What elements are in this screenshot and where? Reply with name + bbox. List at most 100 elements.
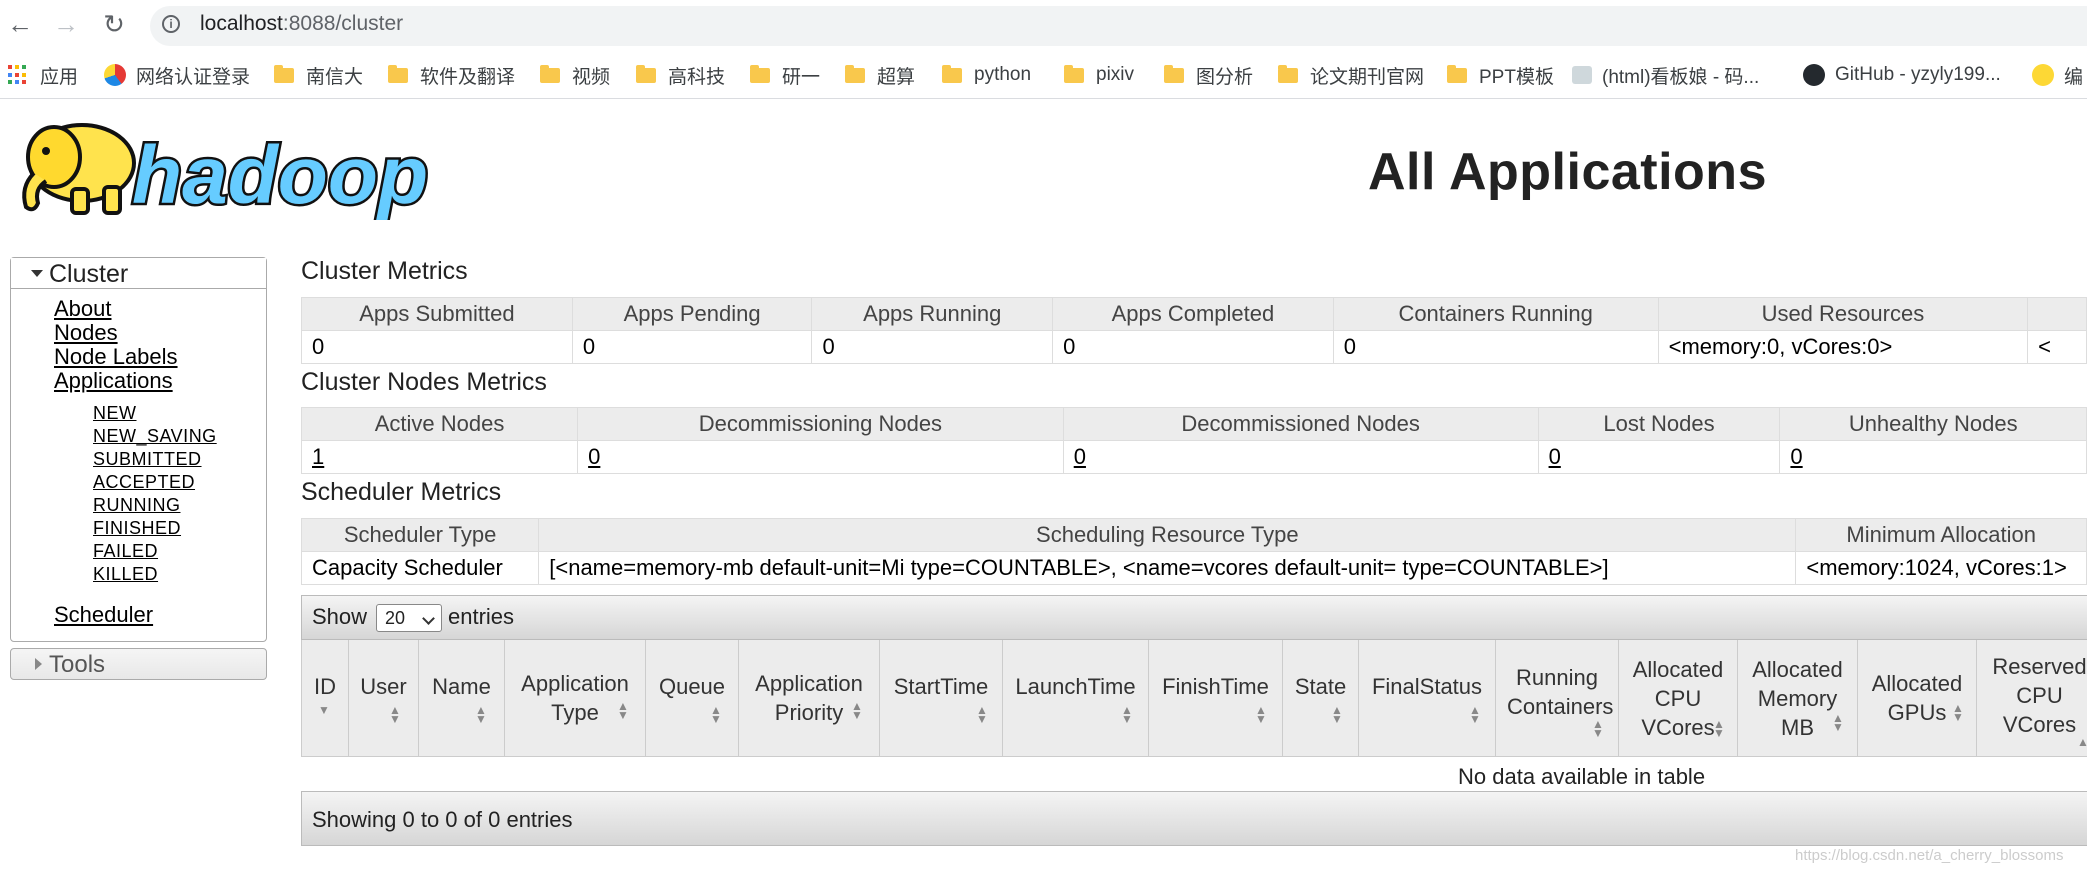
sidebar-link-new-saving[interactable]: NEW_SAVING (93, 426, 217, 447)
folder-icon (750, 64, 770, 83)
cluster-metrics-table: Apps Submitted Apps Pending Apps Running… (301, 297, 2087, 364)
sort-desc-icon: ▼ (318, 703, 330, 717)
bookmark-folder[interactable]: 论文期刊官网 (1278, 62, 1424, 88)
folder-icon (942, 64, 962, 83)
hadoop-logo: hadoop (22, 123, 431, 220)
decommissioning-nodes-link[interactable]: 0 (577, 440, 1064, 474)
folder-icon (1447, 64, 1467, 83)
sidebar-link-killed[interactable]: KILLED (93, 564, 158, 585)
folder-icon (845, 64, 865, 83)
metric-value: < (2027, 330, 2087, 364)
sidebar-link-scheduler[interactable]: Scheduler (54, 602, 153, 628)
table-header-row: Apps Submitted Apps Pending Apps Running… (301, 297, 2087, 331)
column-header: Decommissioned Nodes (1062, 407, 1539, 441)
lost-nodes-link[interactable]: 0 (1537, 440, 1781, 474)
sort-icon: ▲ ▼ (1592, 717, 1604, 740)
sidebar-link-node-labels[interactable]: Node Labels (54, 344, 178, 370)
sidebar-link-submitted[interactable]: SUBMITTED (93, 449, 202, 470)
hadoop-wordmark: hadoop (132, 130, 428, 220)
folder-icon (1278, 64, 1298, 83)
column-header-name[interactable]: Name ▲ ▼ (419, 640, 505, 756)
tools-accordion-header[interactable]: Tools (10, 648, 267, 680)
bookmark-folder[interactable]: python (942, 62, 1031, 88)
metric-value: [<name=memory-mb default-unit=Mi type=CO… (538, 551, 1797, 585)
page-size-select[interactable]: 20 (376, 604, 442, 632)
sort-icon: ▲ (2077, 735, 2087, 749)
cluster-nodes-metrics-title: Cluster Nodes Metrics (301, 368, 547, 396)
sidebar-link-applications[interactable]: Applications (54, 368, 173, 394)
bookmark-folder[interactable]: 软件及翻译 (388, 62, 515, 88)
column-header: Scheduling Resource Type (538, 518, 1797, 552)
column-header-allocated-cpu-vcores[interactable]: Allocated CPU VCores ▲ ▼ (1619, 640, 1738, 756)
bookmark-folder[interactable]: 超算 (845, 62, 915, 88)
column-header-finishtime[interactable]: FinishTime ▲ ▼ (1149, 640, 1283, 756)
sort-icon: ▲ ▼ (1255, 703, 1267, 726)
active-nodes-link[interactable]: 1 (300, 440, 579, 474)
site-icon (2032, 64, 2054, 86)
sort-icon: ▲ ▼ (1331, 703, 1343, 726)
decommissioned-nodes-link[interactable]: 0 (1062, 440, 1539, 474)
empty-table-message: No data available in table (1458, 764, 1706, 789)
sidebar-cluster: Cluster About Nodes Node Labels Applicat… (10, 257, 267, 642)
metric-value: 0 (1332, 330, 1659, 364)
table-row: Capacity Scheduler [<name=memory-mb defa… (300, 551, 2087, 585)
column-header-id[interactable]: ID ▼ (302, 640, 349, 756)
sidebar-link-accepted[interactable]: ACCEPTED (93, 472, 195, 493)
sidebar-link-failed[interactable]: FAILED (93, 541, 158, 562)
column-header: Minimum Allocation (1795, 518, 2087, 552)
bookmark-folder[interactable]: 南信大 (274, 62, 363, 88)
bookmark-folder[interactable]: 研一 (750, 62, 820, 88)
bookmark-item[interactable]: 网络认证登录 (104, 62, 250, 88)
sidebar-link-finished[interactable]: FINISHED (93, 518, 181, 539)
unhealthy-nodes-link[interactable]: 0 (1779, 440, 2087, 474)
bookmark-item[interactable]: (html)看板娘 - 码... (1572, 62, 1759, 88)
column-header-state[interactable]: State ▲ ▼ (1283, 640, 1359, 756)
forward-icon[interactable]: → (52, 9, 80, 39)
folder-icon (1064, 64, 1084, 83)
column-header: Apps Running (811, 297, 1054, 331)
column-header-running-containers[interactable]: Running Containers ▲ ▼ (1496, 640, 1619, 756)
column-header-user[interactable]: User ▲ ▼ (349, 640, 419, 756)
sidebar-link-nodes[interactable]: Nodes (54, 320, 118, 346)
triangle-down-icon (31, 270, 43, 277)
bookmark-folder[interactable]: 视频 (540, 62, 610, 88)
applications-table-header: ID ▼ User ▲ ▼ Name ▲ ▼ Application Type ▲ ▼ Que… (301, 640, 2087, 757)
triangle-right-icon (35, 658, 42, 670)
scheduler-metrics-table: Scheduler Type Scheduling Resource Type … (300, 518, 2087, 585)
column-header-reserved-cpu-vcores[interactable]: Reserved CPU VCores ▲ (1977, 640, 2087, 756)
table-length-bar: Show 20 entries (301, 595, 2087, 640)
sort-icon: ▲ ▼ (1713, 717, 1725, 740)
column-header-allocated-gpus[interactable]: Allocated GPUs ▲ ▼ (1858, 640, 1977, 756)
sidebar-link-running[interactable]: RUNNING (93, 495, 181, 516)
bookmark-item[interactable]: 编 (2032, 62, 2083, 88)
site-info-icon[interactable]: i (162, 15, 180, 33)
column-header-starttime[interactable]: StartTime ▲ ▼ (880, 640, 1003, 756)
sidebar-link-about[interactable]: About (54, 296, 112, 322)
sort-icon: ▲ ▼ (1952, 701, 1964, 724)
table-info-text: Showing 0 to 0 of 0 entries (312, 807, 573, 832)
column-header-queue[interactable]: Queue ▲ ▼ (646, 640, 739, 756)
scheduler-metrics-title: Scheduler Metrics (301, 478, 502, 506)
metric-value: 0 (1052, 330, 1334, 364)
column-header-application-type[interactable]: Application Type ▲ ▼ (505, 640, 646, 756)
column-header: Scheduler Type (300, 518, 540, 552)
url-field[interactable] (150, 6, 2087, 46)
column-header-launchtime[interactable]: LaunchTime ▲ ▼ (1003, 640, 1149, 756)
bookmark-folder[interactable]: pixiv (1064, 62, 1134, 88)
sort-icon: ▲ ▼ (851, 699, 863, 722)
back-icon[interactable]: ← (6, 9, 34, 39)
reload-icon[interactable]: ↻ (100, 9, 128, 39)
bookmark-folder[interactable]: PPT模板 (1447, 62, 1554, 88)
sort-icon: ▲ ▼ (617, 699, 629, 722)
column-header-application-priority[interactable]: Application Priority ▲ ▼ (739, 640, 880, 756)
sidebar-link-new[interactable]: NEW (93, 403, 137, 424)
bookmark-apps[interactable]: 应用 (8, 62, 78, 88)
bookmark-item[interactable]: GitHub - yzyly199... (1803, 62, 2001, 88)
column-header-allocated-memory-mb[interactable]: Allocated Memory MB ▲ ▼ (1738, 640, 1858, 756)
bookmark-folder[interactable]: 图分析 (1164, 62, 1253, 88)
column-header: Apps Submitted (301, 297, 573, 331)
url-text[interactable]: localhost:8088/cluster (200, 12, 403, 36)
cluster-accordion-header[interactable]: Cluster (11, 258, 266, 289)
bookmark-folder[interactable]: 高科技 (636, 62, 725, 88)
column-header-finalstatus[interactable]: FinalStatus ▲ ▼ (1359, 640, 1496, 756)
